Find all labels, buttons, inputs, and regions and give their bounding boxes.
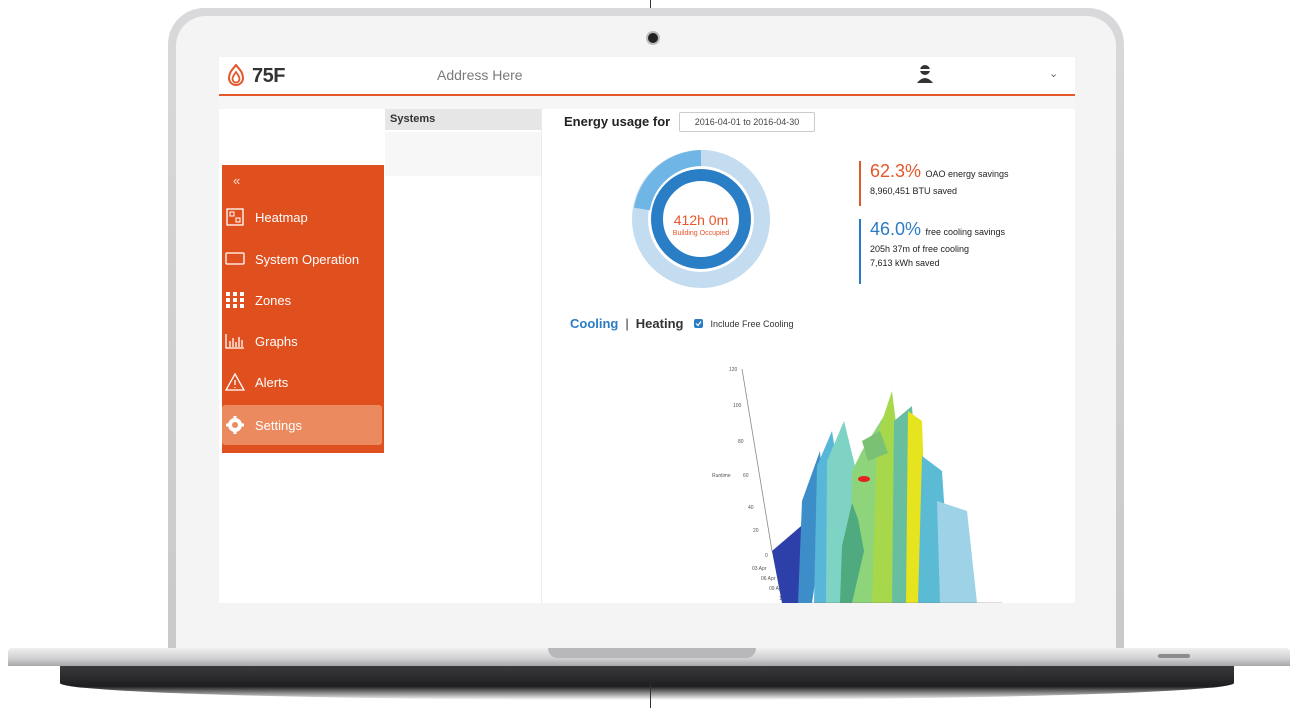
gear-icon xyxy=(225,415,245,435)
sidebar-item-label: Zones xyxy=(255,292,292,308)
collapse-sidebar-button[interactable]: « xyxy=(233,173,240,188)
sidebar-item-graphs[interactable]: Graphs xyxy=(222,321,384,361)
monitor-icon xyxy=(225,249,245,269)
oao-percent: 62.3% xyxy=(870,161,922,181)
logo[interactable]: 75F xyxy=(225,64,285,88)
oao-btu-saved: 8,960,451 BTU saved xyxy=(870,186,958,196)
tab-heating[interactable]: Heating xyxy=(636,316,684,331)
grid-icon xyxy=(225,290,245,310)
sidebar-item-zones[interactable]: Zones xyxy=(222,280,384,320)
header-strip xyxy=(219,96,1075,109)
oao-savings-stat: 62.3% OAO energy savings 8,960,451 BTU s… xyxy=(859,161,1009,206)
include-free-cooling-label: Include Free Cooling xyxy=(710,318,794,329)
y-axis-label: Runtime xyxy=(712,473,731,479)
y-tick: 20 xyxy=(753,528,759,534)
y-tick: 0 xyxy=(765,553,768,559)
bar-chart-icon xyxy=(225,331,245,351)
sidebar-item-label: Heatmap xyxy=(255,209,308,225)
runtime-3d-surface-chart[interactable]: 120 100 80 60 40 20 0 Runtime 03 Apr 06 … xyxy=(712,361,1002,603)
date-range-picker[interactable]: 2016-04-01 to 2016-04-30 xyxy=(679,112,815,132)
x-tick: 06 Apr xyxy=(761,576,776,582)
camera-icon xyxy=(648,33,658,43)
laptop-indicator xyxy=(1158,654,1190,658)
logo-text: 75F xyxy=(252,64,285,87)
guide-line-bottom xyxy=(650,684,651,708)
sidebar-item-heatmap[interactable]: Heatmap xyxy=(222,197,384,237)
tab-cooling[interactable]: Cooling xyxy=(570,316,618,331)
tab-separator: | xyxy=(625,316,629,331)
sidebar-item-label: Settings xyxy=(255,417,302,433)
energy-panel: Energy usage for 2016-04-01 to 2016-04-3… xyxy=(542,109,1075,603)
occupied-hours-value: 412h 0m xyxy=(673,212,729,228)
sidebar-item-system-operation[interactable]: System Operation xyxy=(222,239,384,279)
systems-panel: Systems xyxy=(385,109,542,603)
mode-tabs: Cooling | Heating Include Free Cooling xyxy=(570,316,794,331)
systems-header: Systems xyxy=(385,109,541,130)
occupied-hours-label: Building Occupied xyxy=(672,230,730,237)
sidebar: « Heatmap System Operation Zones Graphs … xyxy=(222,165,384,453)
surface-marker xyxy=(858,476,870,482)
system-list-item[interactable] xyxy=(385,132,541,176)
logo-icon xyxy=(227,64,245,86)
app-screen: 75F Address Here ⌄ « Heatmap System Oper… xyxy=(219,57,1075,603)
y-tick: 100 xyxy=(733,403,742,409)
free-cooling-percent: 46.0% xyxy=(870,219,922,239)
laptop-notch xyxy=(548,648,756,658)
sidebar-item-label: Graphs xyxy=(255,333,298,349)
oao-label: OAO energy savings xyxy=(925,169,1009,179)
x-tick: 03 Apr xyxy=(752,566,767,572)
free-cooling-kwh: 7,613 kWh saved xyxy=(870,258,940,268)
y-tick: 60 xyxy=(743,473,749,479)
surface-spike xyxy=(937,501,977,603)
top-bar: 75F Address Here ⌄ xyxy=(219,57,1075,96)
laptop-base-shadow xyxy=(60,666,1234,700)
energy-usage-label: Energy usage for xyxy=(564,114,671,129)
heatmap-icon xyxy=(225,207,245,227)
address-label: Address Here xyxy=(437,67,523,83)
y-axis-line xyxy=(741,368,773,552)
y-tick: 40 xyxy=(748,505,754,511)
warning-icon xyxy=(225,372,245,392)
sidebar-item-alerts[interactable]: Alerts xyxy=(222,362,384,402)
sidebar-item-label: System Operation xyxy=(255,251,360,267)
sidebar-item-settings[interactable]: Settings xyxy=(222,405,382,445)
user-avatar-icon[interactable] xyxy=(916,64,934,84)
free-cooling-hours: 205h 37m of free cooling xyxy=(870,244,970,254)
y-tick: 80 xyxy=(738,439,744,445)
check-icon xyxy=(696,321,702,327)
y-tick: 120 xyxy=(729,367,738,373)
free-cooling-stat: 46.0% free cooling savings 205h 37m of f… xyxy=(859,219,1005,284)
sidebar-item-label: Alerts xyxy=(255,374,289,390)
free-cooling-label: free cooling savings xyxy=(925,227,1006,237)
include-free-cooling-checkbox[interactable] xyxy=(694,319,704,328)
user-menu-caret-icon[interactable]: ⌄ xyxy=(1049,67,1058,80)
